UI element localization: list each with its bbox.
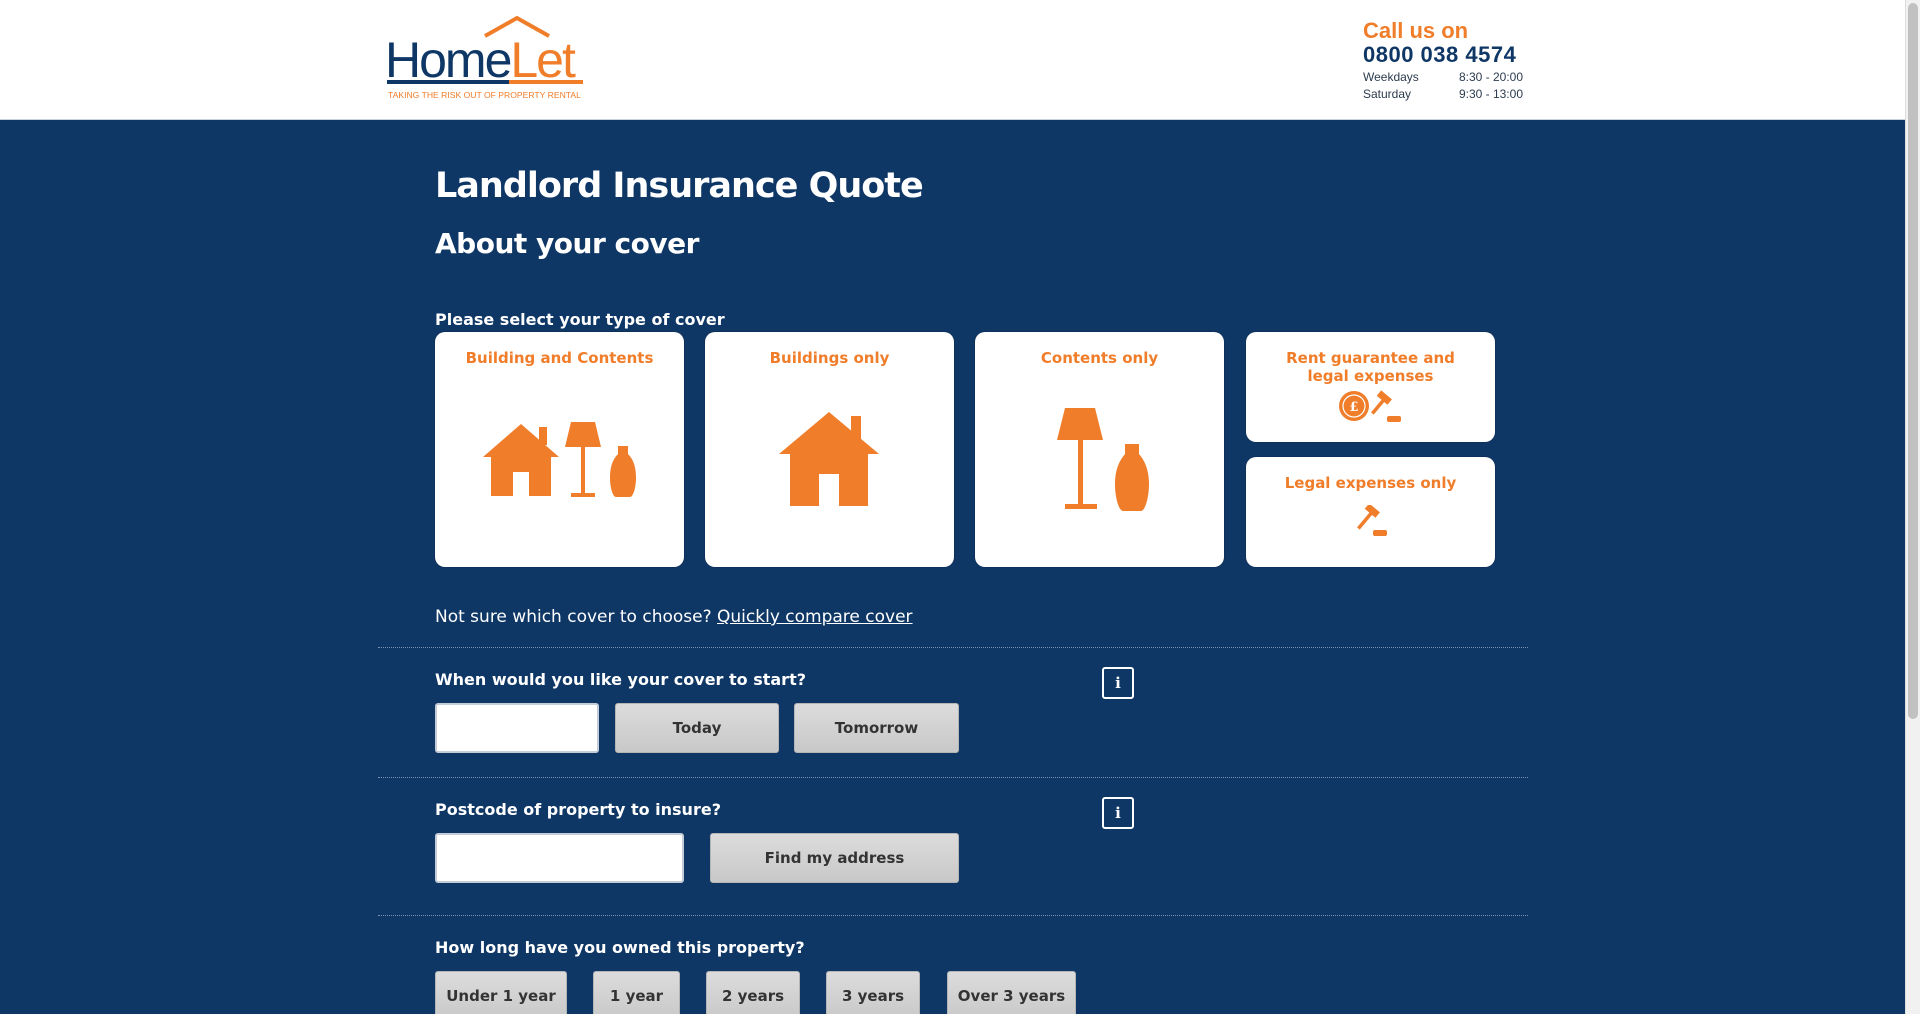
logo-underline (387, 80, 583, 84)
page-scrollbar[interactable] (1905, 0, 1920, 1014)
opening-hours: Weekdays 8:30 - 20:00 Saturday 9:30 - 13… (1363, 69, 1523, 103)
ownership-under-1-year-button[interactable]: Under 1 year (435, 971, 567, 1014)
find-my-address-button[interactable]: Find my address (710, 833, 959, 883)
start-date-info-button[interactable]: i (1102, 667, 1134, 699)
quickly-compare-cover-link[interactable]: Quickly compare cover (717, 607, 913, 627)
ownership-3-years-button[interactable]: 3 years (826, 971, 920, 1014)
hours-time: 8:30 - 20:00 (1458, 70, 1523, 84)
cover-option-legal-expenses-only[interactable]: Legal expenses only (1246, 457, 1495, 567)
call-us-heading: Call us on (1363, 18, 1469, 43)
ownership-over-3-years-button[interactable]: Over 3 years (947, 971, 1076, 1014)
contact-block: Call us on 0800 038 4574 Weekdays 8:30 -… (1363, 19, 1523, 103)
ownership-2-years-button[interactable]: 2 years (706, 971, 800, 1014)
divider (378, 777, 1528, 778)
compare-hint: Not sure which cover to choose? Quickly … (435, 607, 913, 627)
hours-row-weekdays: Weekdays 8:30 - 20:00 (1363, 69, 1523, 86)
cover-option-label: Building and Contents (465, 349, 654, 367)
house-icon (779, 412, 879, 506)
divider (378, 915, 1528, 916)
divider (378, 647, 1528, 648)
quote-form: Landlord Insurance Quote About your cove… (0, 120, 1905, 1014)
svg-text:£: £ (1349, 400, 1358, 415)
cover-option-rent-guarantee-legal[interactable]: Rent guarantee and legal expenses £ (1246, 332, 1495, 442)
scrollbar-thumb[interactable] (1908, 3, 1918, 719)
start-date-input[interactable] (435, 703, 599, 753)
postcode-input[interactable] (435, 833, 684, 883)
cover-option-label: Contents only (1040, 349, 1159, 367)
hours-day: Saturday (1363, 87, 1412, 101)
cover-type-label: Please select your type of cover (435, 310, 725, 329)
today-button[interactable]: Today (615, 703, 779, 753)
postcode-label: Postcode of property to insure? (435, 800, 721, 819)
pound-coin-gavel-icon: £ (1339, 390, 1401, 422)
section-title: About your cover (435, 227, 699, 260)
house-lamp-vase-icon (483, 422, 636, 497)
start-date-label: When would you like your cover to start? (435, 670, 806, 689)
postcode-info-button[interactable]: i (1102, 797, 1134, 829)
hours-row-saturday: Saturday 9:30 - 13:00 (1363, 86, 1523, 103)
lamp-vase-icon (1057, 408, 1149, 511)
ownership-label: How long have you owned this property? (435, 938, 805, 957)
hours-day: Weekdays (1363, 70, 1419, 84)
tomorrow-button[interactable]: Tomorrow (794, 703, 959, 753)
homelet-logo[interactable]: HomeLet TAKING THE RISK OUT OF PROPERTY … (385, 14, 585, 104)
hours-time: 9:30 - 13:00 (1458, 87, 1523, 101)
logo-tagline: TAKING THE RISK OUT OF PROPERTY RENTAL (388, 90, 581, 100)
cover-option-label: Rent guarantee and legal expenses (1286, 349, 1455, 385)
cover-option-label: Legal expenses only (1284, 474, 1457, 492)
site-header: HomeLet TAKING THE RISK OUT OF PROPERTY … (0, 0, 1905, 120)
cover-option-buildings-only[interactable]: Buildings only (705, 332, 954, 567)
cover-option-contents-only[interactable]: Contents only (975, 332, 1224, 567)
gavel-icon (1357, 505, 1387, 536)
cover-option-building-and-contents[interactable]: Building and Contents (435, 332, 684, 567)
cover-option-label: Buildings only (769, 349, 890, 367)
phone-number[interactable]: 0800 038 4574 (1363, 43, 1523, 67)
ownership-1-year-button[interactable]: 1 year (593, 971, 680, 1014)
compare-hint-text: Not sure which cover to choose? (435, 607, 712, 627)
page-title: Landlord Insurance Quote (435, 166, 924, 206)
